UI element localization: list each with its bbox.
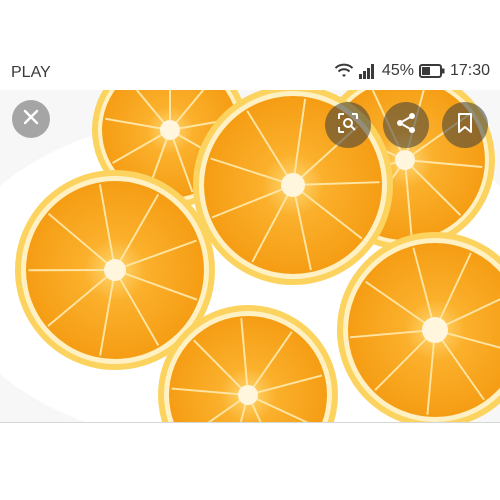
lens-icon (336, 111, 360, 140)
status-bar: PLAY 45% 17:30 (0, 56, 500, 90)
content-area (0, 423, 500, 500)
carrier-label: PLAY (11, 64, 51, 81)
image-viewer[interactable] (0, 90, 500, 422)
bookmark-icon (454, 111, 476, 140)
save-button[interactable] (442, 102, 488, 148)
wifi-icon (334, 63, 354, 79)
clock: 17:30 (449, 62, 490, 79)
share-button[interactable] (383, 102, 429, 148)
battery-percent: 45% (381, 62, 414, 79)
status-icons: 45% 17:30 (334, 62, 490, 80)
orange-slices-photo (0, 90, 500, 422)
signal-icon (358, 63, 377, 79)
close-icon (21, 107, 41, 132)
image-viewer-screen: PLAY 45% 17:30 (0, 0, 500, 500)
battery-icon (418, 64, 445, 78)
close-button[interactable] (12, 100, 50, 138)
share-icon (394, 111, 418, 140)
visual-search-button[interactable] (325, 102, 371, 148)
